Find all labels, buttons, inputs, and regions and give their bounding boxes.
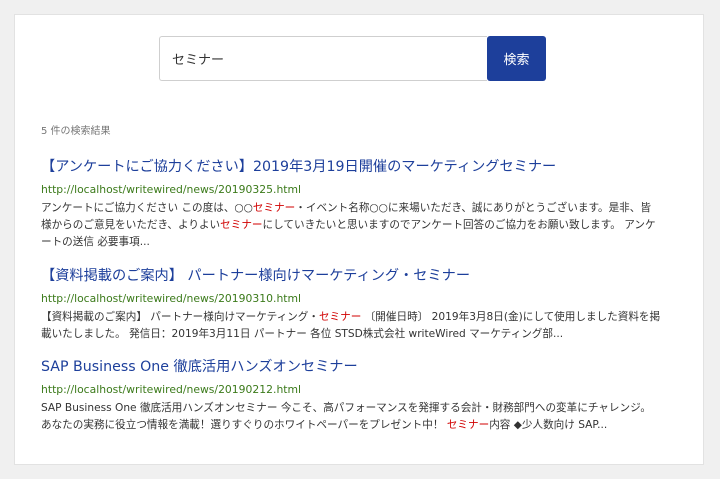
snippet-highlight: セミナー bbox=[446, 419, 490, 432]
result-item: 【アンケートにご協力ください】2019年3月19日開催のマーケティングセミナー … bbox=[41, 157, 665, 252]
result-url-link[interactable]: http://localhost/writewired/news/2019021… bbox=[41, 382, 665, 398]
result-title-link[interactable]: 【資料掲載のご案内】 パートナー様向けマーケティング・セミナー bbox=[41, 266, 665, 286]
snippet-highlight: セミナー bbox=[318, 310, 362, 323]
snippet-highlight: セミナー bbox=[220, 219, 263, 232]
search-bar: 検索 bbox=[159, 36, 546, 81]
result-title-link[interactable]: 【アンケートにご協力ください】2019年3月19日開催のマーケティングセミナー bbox=[41, 157, 665, 177]
snippet-highlight: セミナー bbox=[252, 202, 296, 214]
snippet-text: 【資料掲載のご案内】 パートナー様向けマーケティング・ bbox=[41, 310, 319, 323]
result-snippet: 【資料掲載のご案内】 パートナー様向けマーケティング・セミナー 〔開催日時〕 2… bbox=[41, 309, 661, 343]
result-count: 5 件の検索結果 bbox=[41, 126, 111, 137]
result-item: SAP Business One 徹底活用ハンズオンセミナー http://lo… bbox=[41, 357, 665, 434]
snippet-text: アンケートにご協力ください この度は、○○ bbox=[41, 202, 253, 214]
snippet-text: 内容 ◆少人数向け SAP... bbox=[489, 419, 608, 432]
result-snippet: アンケートにご協力ください この度は、○○セミナー・イベント名称○○に来場いただ… bbox=[41, 200, 661, 252]
result-url-link[interactable]: http://localhost/writewired/news/2019031… bbox=[41, 291, 665, 307]
result-url-link[interactable]: http://localhost/writewired/news/2019032… bbox=[41, 182, 665, 198]
results-list: 【アンケートにご協力ください】2019年3月19日開催のマーケティングセミナー … bbox=[41, 157, 665, 448]
search-input[interactable] bbox=[159, 36, 487, 81]
result-snippet: SAP Business One 徹底活用ハンズオンセミナー 今こそ、高パフォー… bbox=[41, 400, 661, 434]
result-item: 【資料掲載のご案内】 パートナー様向けマーケティング・セミナー http://l… bbox=[41, 266, 665, 343]
search-button[interactable]: 検索 bbox=[487, 36, 546, 81]
result-title-link[interactable]: SAP Business One 徹底活用ハンズオンセミナー bbox=[41, 357, 665, 377]
search-page: 検索 5 件の検索結果 【アンケートにご協力ください】2019年3月19日開催の… bbox=[14, 14, 704, 465]
